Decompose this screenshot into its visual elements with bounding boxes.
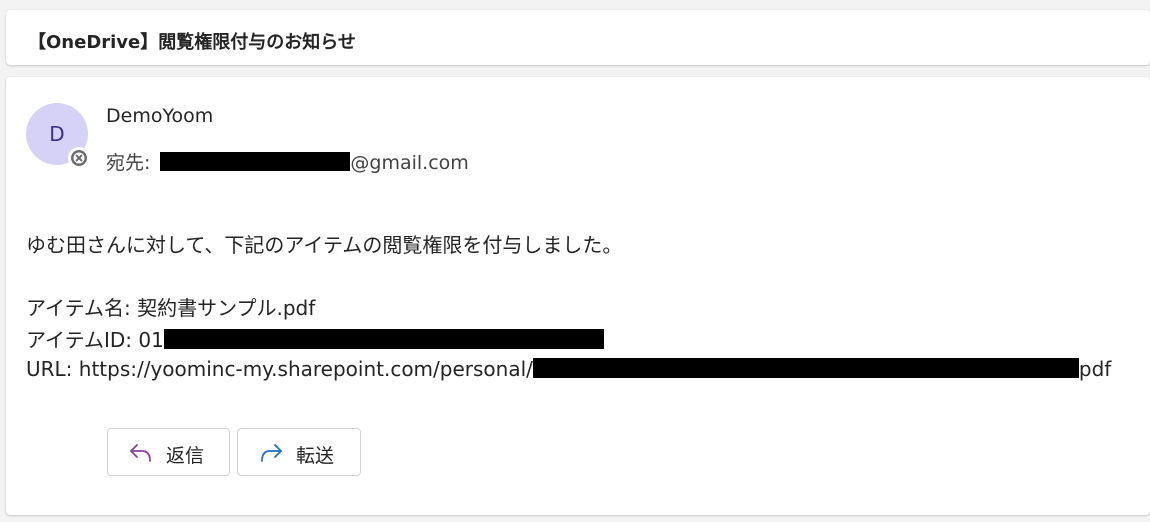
url-prefix: URL: https://yoominc-my.sharepoint.com/p… — [26, 357, 533, 381]
email-subject: 【OneDrive】閲覧権限付与のお知らせ — [28, 32, 356, 53]
reply-label: 返信 — [166, 445, 205, 467]
redaction-bar — [532, 357, 1079, 378]
body-url: URL: https://yoominc-my.sharepoint.com/p… — [26, 357, 1111, 381]
body-item-name: アイテム名: 契約書サンプル.pdf — [26, 296, 316, 320]
item-id-prefix: アイテムID: 01 — [26, 328, 164, 352]
body-item-id: アイテムID: 01 — [26, 324, 604, 353]
body-message-line: ゆむ田さんに対して、下記のアイテムの閲覧権限を付与しました。 — [26, 233, 623, 257]
recipient-line: 宛先: @gmail.com — [106, 148, 469, 175]
presence-blocked-icon — [68, 147, 90, 169]
recipient-email-domain: @gmail.com — [350, 152, 469, 174]
forward-button[interactable]: 転送 — [237, 428, 361, 476]
sender-name[interactable]: DemoYoom — [106, 105, 213, 127]
reply-button[interactable]: 返信 — [107, 428, 230, 476]
redaction-bar — [163, 328, 604, 349]
subject-header: 【OneDrive】閲覧権限付与のお知らせ — [6, 10, 1150, 65]
forward-arrow-icon — [261, 444, 282, 462]
recipient-label: 宛先: — [106, 152, 151, 174]
email-message-card: D DemoYoom 宛先: @gmail.com ゆむ田さんに対して、下記のアイ… — [6, 77, 1150, 515]
redaction-bar — [160, 152, 351, 171]
url-suffix: pdf — [1078, 357, 1112, 381]
forward-label: 転送 — [296, 445, 335, 467]
reply-arrow-icon — [130, 444, 151, 462]
